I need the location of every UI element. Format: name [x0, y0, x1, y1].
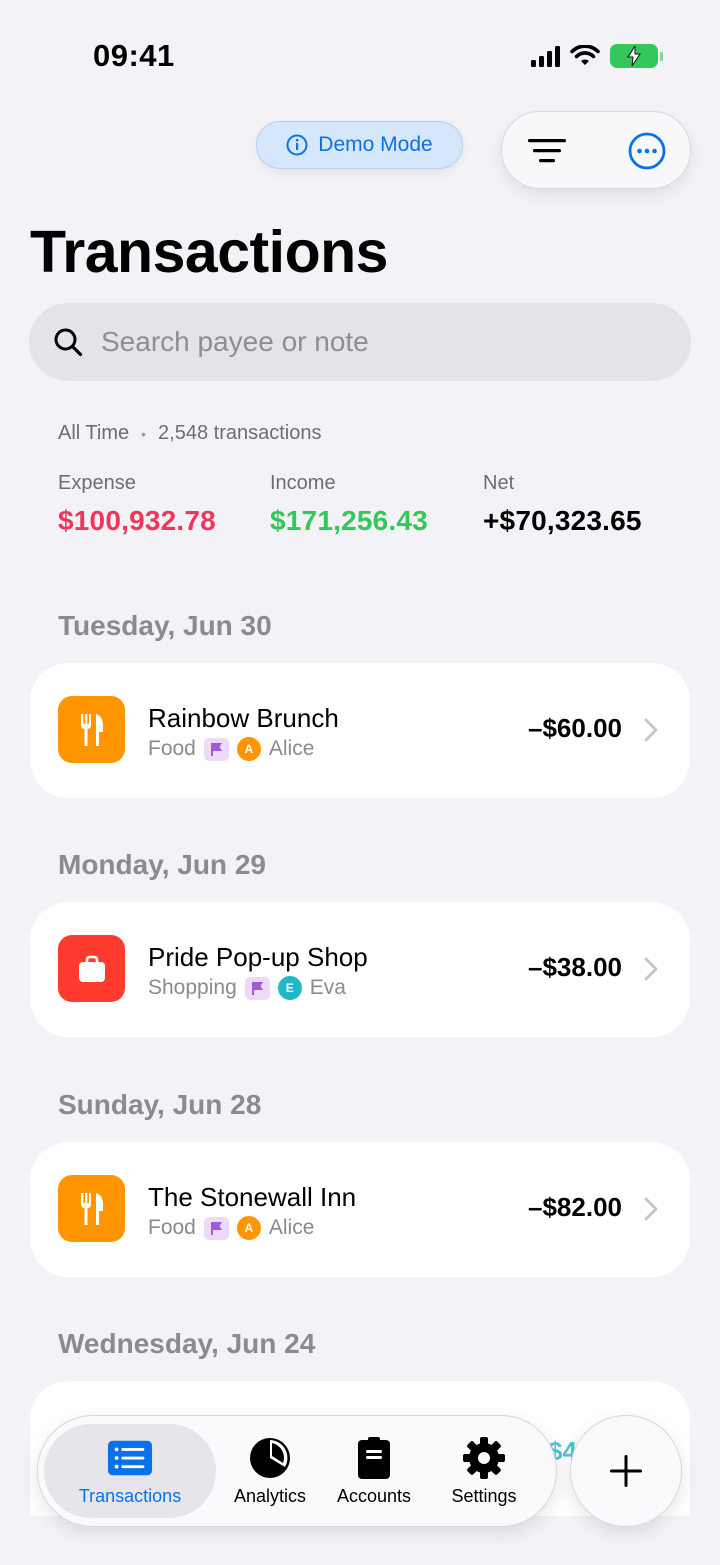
- tab-analytics[interactable]: Analytics: [218, 1416, 322, 1526]
- flag-icon: [203, 1216, 229, 1240]
- fork-knife-icon: [58, 696, 125, 763]
- net-value: +$70,323.65: [483, 505, 642, 536]
- avatar: A: [236, 737, 261, 761]
- status-icons: [531, 44, 663, 68]
- transaction-meta: Shopping E Eva: [148, 976, 346, 1000]
- pie-chart-icon: [247, 1436, 293, 1480]
- chevron-right-icon: [644, 957, 658, 981]
- wifi-icon: [570, 45, 600, 65]
- category-label: Food: [148, 1216, 196, 1239]
- income-label: Income: [270, 472, 336, 494]
- transaction-row[interactable]: Rainbow Brunch Food A Alice –$60.00: [30, 663, 690, 798]
- transaction-amount: –$60.00: [528, 713, 622, 743]
- avatar: E: [277, 976, 302, 1000]
- gear-icon: [461, 1436, 507, 1480]
- net-label: Net: [483, 472, 515, 494]
- chevron-right-icon: [644, 718, 658, 742]
- day-header: Monday, Jun 29: [58, 849, 266, 880]
- expense-stat: Expense $100,932.78: [58, 472, 216, 537]
- tab-bar: Transactions Analytics Accounts Settings: [37, 1415, 557, 1527]
- plus-icon: [610, 1455, 642, 1487]
- tab-transactions[interactable]: Transactions: [44, 1424, 216, 1518]
- demo-mode-label: Demo Mode: [318, 133, 433, 156]
- top-actions-group: [501, 111, 691, 189]
- info-icon: [286, 134, 308, 156]
- expense-label: Expense: [58, 472, 136, 494]
- avatar: A: [236, 1216, 261, 1240]
- tab-accounts[interactable]: Accounts: [326, 1416, 422, 1526]
- income-value: $171,256.43: [270, 505, 428, 536]
- day-header: Wednesday, Jun 24: [58, 1328, 316, 1359]
- category-label: Shopping: [148, 976, 237, 999]
- tab-settings[interactable]: Settings: [434, 1416, 534, 1526]
- flag-icon: [203, 737, 229, 761]
- separator-dot: •: [141, 425, 147, 442]
- demo-mode-button[interactable]: Demo Mode: [256, 121, 463, 169]
- search-input[interactable]: [99, 325, 623, 359]
- day-header: Tuesday, Jun 30: [58, 610, 272, 641]
- transaction-row[interactable]: The Stonewall Inn Food A Alice –$82.00: [30, 1142, 690, 1277]
- filter-icon[interactable]: [526, 136, 568, 166]
- flag-icon: [244, 976, 270, 1000]
- person-name: Alice: [268, 737, 315, 760]
- transaction-amount: –$82.00: [528, 1192, 622, 1222]
- person-name: Eva: [309, 976, 346, 999]
- list-icon: [107, 1436, 153, 1480]
- transaction-amount: –$38.00: [528, 952, 622, 982]
- payee-name: Pride Pop-up Shop: [148, 942, 368, 972]
- battery-charging-icon: [610, 44, 663, 68]
- tab-label: Accounts: [336, 1485, 412, 1506]
- fork-knife-icon: [58, 1175, 125, 1242]
- transaction-count: 2,548 transactions: [158, 422, 322, 444]
- transaction-row[interactable]: Pride Pop-up Shop Shopping E Eva –$38.00: [30, 902, 690, 1037]
- search-bar[interactable]: [29, 303, 691, 381]
- tab-label: Transactions: [78, 1485, 182, 1506]
- expense-value: $100,932.78: [58, 505, 216, 536]
- transaction-meta: Food A Alice: [148, 737, 314, 761]
- category-label: Food: [148, 737, 196, 760]
- day-header: Sunday, Jun 28: [58, 1089, 262, 1120]
- transaction-meta: Food A Alice: [148, 1216, 314, 1240]
- net-stat: Net +$70,323.65: [483, 472, 642, 537]
- add-transaction-button[interactable]: [570, 1415, 682, 1527]
- summary-meta: All Time • 2,548 transactions: [58, 422, 321, 445]
- shopping-bag-icon: [58, 935, 125, 1002]
- wallet-icon: [351, 1436, 397, 1480]
- income-stat: Income $171,256.43: [270, 472, 428, 537]
- tab-label: Analytics: [233, 1485, 307, 1506]
- person-name: Alice: [268, 1216, 315, 1239]
- more-options-icon[interactable]: [628, 132, 666, 170]
- tab-label: Settings: [451, 1485, 517, 1506]
- search-icon: [54, 328, 83, 357]
- chevron-right-icon: [644, 1197, 658, 1221]
- time-range-label[interactable]: All Time: [58, 422, 129, 445]
- payee-name: The Stonewall Inn: [148, 1182, 357, 1212]
- payee-name: Rainbow Brunch: [148, 703, 339, 733]
- status-time: 09:41: [93, 38, 175, 73]
- page-title: Transactions: [30, 219, 388, 285]
- cellular-signal-icon: [531, 45, 560, 67]
